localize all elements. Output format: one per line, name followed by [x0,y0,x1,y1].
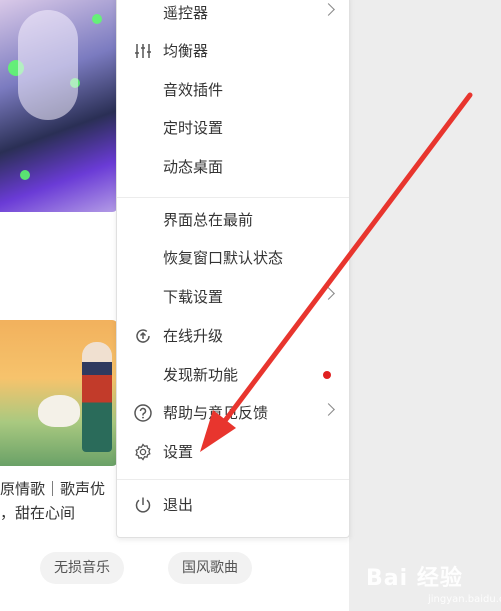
baidu-jingyan-watermark: Bai 经验 [366,566,463,591]
watermark-url: jingyan.baidu.com [428,594,501,605]
annotation-arrow [200,92,473,452]
